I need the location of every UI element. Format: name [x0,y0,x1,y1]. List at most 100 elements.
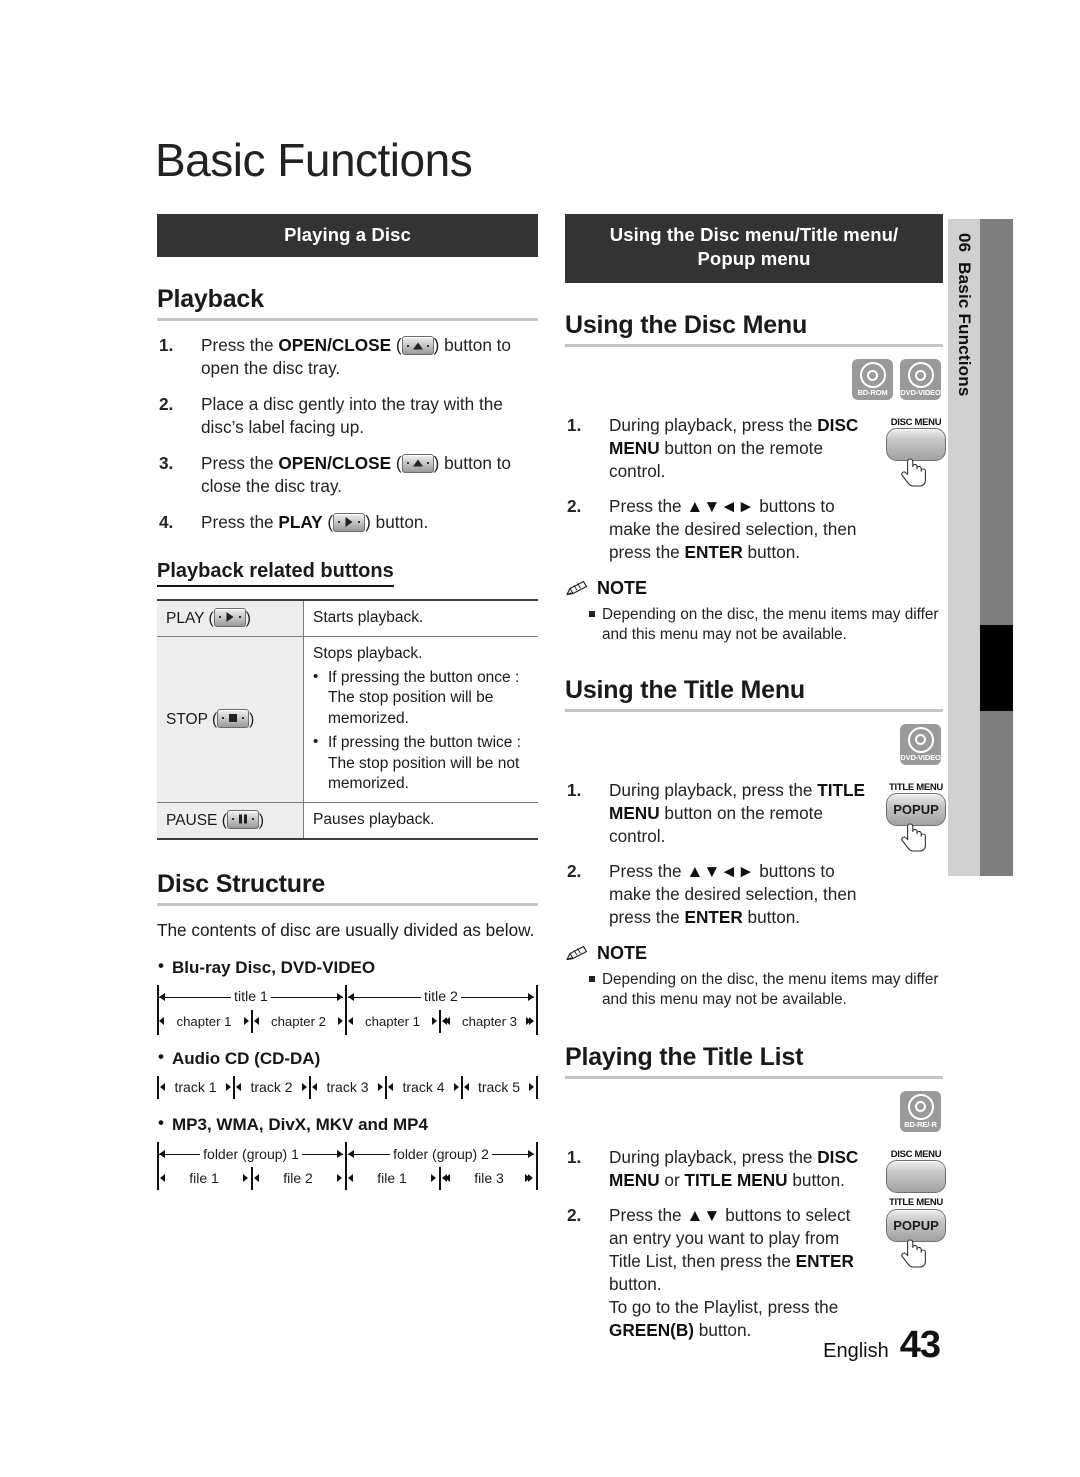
diagram-row-tracks: track 1 track 2 track 3 track 4 track 5 [157,1075,538,1099]
table-cell-value: Starts playback. [303,598,538,637]
remote-key-button-disc-menu[interactable] [886,1160,946,1194]
disc-icon [859,362,886,389]
step-text: During playback, press the TITLE MENU bu… [609,779,866,846]
diagram-segment: folder (group) 2 [348,1142,534,1167]
remote-key-caption: TITLE MENU [889,1197,943,1209]
step-text: Place a disc gently into the tray with t… [201,394,503,438]
list-item: If pressing the button twice : The stop … [313,732,529,794]
section-playing-title-list: Playing the Title List BD-RE/-R DISC MEN… [565,1043,946,1342]
section-using-disc-menu: Using the Disc Menu BD-ROM DVD-VIDEO DIS… [565,310,946,646]
table-cell-key: PAUSE () [157,802,304,840]
arrow-keys-icon: ▲▼◄► [686,861,755,882]
list-item: Depending on the disc, the menu items ma… [565,970,943,1011]
diagram-segment: track 5 [464,1076,534,1099]
eject-key-icon [401,453,434,473]
footer-language: English [823,1340,889,1362]
disc-icon [907,362,934,389]
step-number: 1. [567,779,582,800]
diagram-row-titles: title 1 title 2 [157,985,538,1010]
table-cell-value: Stops playback. If pressing the button o… [303,636,538,803]
step-text: During playback, press the DISC MENU but… [609,414,859,481]
section-disc-structure: Disc Structure The contents of disc are … [157,870,538,1190]
diagram-segment: chapter 2 [254,1010,343,1033]
step-text: Press the ▲▼◄► buttons to make the desir… [609,496,857,563]
table-row: STOP () Stops playback. If pressing the … [157,636,538,803]
disc-icon [907,726,934,753]
section-playback-related-buttons: Playback related buttons PLAY () Starts … [157,560,538,840]
step-number: 1. [567,414,582,435]
step-number: 2. [159,394,174,415]
step-number: 4. [159,511,174,532]
section-banner-disc-title-popup: Using the Disc menu/Title menu/ Popup me… [565,214,943,283]
disc-badge-group: BD-RE/-R [565,1090,943,1132]
diagram-segment: chapter 1 [348,1010,437,1033]
note-block: NOTE Depending on the disc, the menu ite… [565,578,943,646]
remote-key-caption: TITLE MENU [889,781,943,793]
side-tab-label: Basic Functions [955,262,974,397]
eject-key-icon [401,336,434,356]
play-key-icon [213,607,246,627]
diagram-segment: track 4 [388,1076,459,1099]
playback-steps: 1. Press the OPEN/CLOSE () button to ope… [157,334,538,533]
note-heading: NOTE [565,943,943,964]
heading-playback: Playback [157,285,264,314]
arrow-keys-icon: ▲▼ [686,1205,721,1226]
side-bar-chapter-marker [980,625,1013,711]
pointing-hand-icon [901,823,926,852]
diagram-segment: file 1 [348,1167,436,1190]
note-label: NOTE [597,943,648,963]
group-label-bluray: Blu-ray Disc, DVD-VIDEO [157,956,538,978]
heading-rule [157,318,538,322]
note-list: Depending on the disc, the menu items ma… [565,605,943,646]
list-item: 2. Press the ▲▼ buttons to select an ent… [565,1204,871,1341]
banner-line-2: Popup menu [697,248,811,270]
pointing-hand-icon [901,1239,926,1268]
section-playback: Playback 1. Press the OPEN/CLOSE () butt… [157,285,538,533]
table-row: PAUSE () Pauses playback. [157,802,538,840]
cell-main-text: Pauses playback. [313,811,435,829]
remote-key-caption: DISC MENU [890,416,942,428]
left-column: Playing a Disc Playback 1. Press the OPE… [157,214,538,1190]
diagram-segment: chapter 1 [159,1010,249,1033]
disc-icon [907,1093,934,1120]
diagram-segment: title 1 [159,985,343,1010]
disc-badge-dvd-video: DVD-VIDEO [900,723,941,765]
diagram-segment: track 3 [312,1076,383,1099]
page-title: Basic Functions [155,134,473,186]
heading-using-disc-menu: Using the Disc Menu [565,310,808,339]
page-footer: English 43 [823,1324,941,1367]
note-label: NOTE [597,578,648,599]
diagram-segment: folder (group) 1 [159,1142,343,1167]
step-number: 1. [567,1146,582,1167]
step-text: Press the ▲▼ buttons to select an entry … [609,1205,854,1340]
list-item: 3. Press the OPEN/CLOSE () button to clo… [157,452,538,498]
step-number: 2. [567,1205,582,1226]
step-number: 2. [567,496,582,517]
pencil-icon [566,580,588,596]
diagram-segment: chapter 3 [445,1010,534,1033]
section-banner-playing-a-disc: Playing a Disc [157,214,538,258]
list-item: 1. During playback, press the DISC MENU … [565,1146,871,1192]
diagram-segment: track 2 [236,1076,307,1099]
diagram-segment: file 3 [445,1167,533,1190]
table-row: PLAY () Starts playback. [157,598,538,637]
table-cell-key: STOP () [157,636,304,803]
heading-rule [157,902,538,906]
pencil-icon [566,945,588,961]
pointing-hand-icon [901,458,926,487]
side-bar [980,219,1013,876]
heading-rule [565,1075,943,1079]
disc-badge-group: BD-ROM DVD-VIDEO [565,358,943,400]
list-item: If pressing the button once : The stop p… [313,667,529,729]
side-tab-number: 06 [955,233,974,253]
step-text: During playback, press the DISC MENU or … [609,1146,859,1190]
note-heading: NOTE [565,578,943,599]
list-item: 2. Press the ▲▼◄► buttons to make the de… [565,495,871,564]
remote-key-disc-menu: DISC MENU [885,418,947,504]
step-text: Press the OPEN/CLOSE () button to close … [201,452,511,496]
heading-rule [565,708,943,712]
group-label-mp3: MP3, WMA, DivX, MKV and MP4 [157,1113,538,1135]
step-text: Press the OPEN/CLOSE () button to open t… [201,335,511,379]
diagram-segment: track 1 [160,1076,231,1099]
playback-buttons-table: PLAY () Starts playback. STOP () Stops p… [157,598,538,840]
